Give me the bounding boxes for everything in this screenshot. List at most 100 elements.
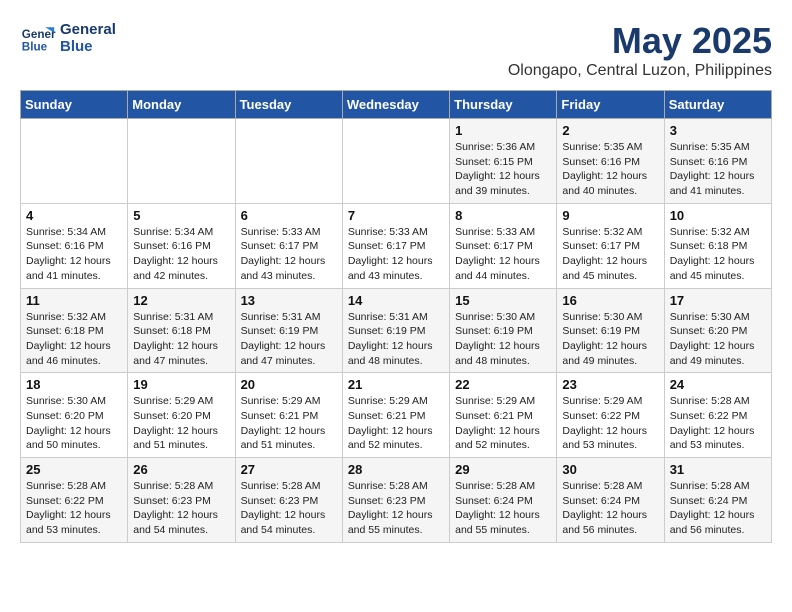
day-cell: 21Sunrise: 5:29 AMSunset: 6:21 PMDayligh… <box>342 373 449 458</box>
week-row-3: 11 Sunrise: 5:32 AMSunset: 6:18 PMDayligh… <box>21 288 772 373</box>
day-cell: 18 Sunrise: 5:30 AMSunset: 6:20 PMDayligh… <box>21 373 128 458</box>
week-row-5: 25 Sunrise: 5:28 AMSunset: 6:22 PMDayligh… <box>21 458 772 543</box>
day-info: Sunrise: 5:30 AMSunset: 6:19 PMDaylight:… <box>562 310 658 369</box>
day-cell <box>128 119 235 204</box>
day-number: 16 <box>562 293 658 308</box>
day-info: Sunrise: 5:28 AMSunset: 6:22 PMDaylight:… <box>26 479 122 538</box>
day-cell: 17 Sunrise: 5:30 AMSunset: 6:20 PMDayligh… <box>664 288 771 373</box>
week-row-4: 18 Sunrise: 5:30 AMSunset: 6:20 PMDayligh… <box>21 373 772 458</box>
day-info: Sunrise: 5:28 AMSunset: 6:23 PMDaylight:… <box>133 479 229 538</box>
day-info: Sunrise: 5:28 AMSunset: 6:24 PMDaylight:… <box>670 479 766 538</box>
day-number: 5 <box>133 208 229 223</box>
col-header-thursday: Thursday <box>450 91 557 119</box>
week-row-2: 4Sunrise: 5:34 AMSunset: 6:16 PMDaylight… <box>21 203 772 288</box>
day-cell: 15Sunrise: 5:30 AMSunset: 6:19 PMDayligh… <box>450 288 557 373</box>
day-info: Sunrise: 5:33 AMSunset: 6:17 PMDaylight:… <box>348 225 444 284</box>
day-number: 3 <box>670 123 766 138</box>
main-title: May 2025 <box>508 20 772 62</box>
day-number: 15 <box>455 293 551 308</box>
day-cell: 1 Sunrise: 5:36 AMSunset: 6:15 PMDaylight… <box>450 119 557 204</box>
col-header-saturday: Saturday <box>664 91 771 119</box>
day-info: Sunrise: 5:32 AMSunset: 6:18 PMDaylight:… <box>26 310 122 369</box>
title-block: May 2025 Olongapo, Central Luzon, Philip… <box>508 20 772 80</box>
day-cell: 8Sunrise: 5:33 AMSunset: 6:17 PMDaylight… <box>450 203 557 288</box>
header-row: SundayMondayTuesdayWednesdayThursdayFrid… <box>21 91 772 119</box>
day-number: 28 <box>348 462 444 477</box>
col-header-friday: Friday <box>557 91 664 119</box>
day-number: 27 <box>241 462 337 477</box>
day-number: 22 <box>455 377 551 392</box>
day-cell: 2 Sunrise: 5:35 AMSunset: 6:16 PMDaylight… <box>557 119 664 204</box>
day-cell: 9Sunrise: 5:32 AMSunset: 6:17 PMDaylight… <box>557 203 664 288</box>
day-cell: 13 Sunrise: 5:31 AMSunset: 6:19 PMDayligh… <box>235 288 342 373</box>
day-info: Sunrise: 5:36 AMSunset: 6:15 PMDaylight:… <box>455 140 551 199</box>
day-number: 24 <box>670 377 766 392</box>
day-cell: 20 Sunrise: 5:29 AMSunset: 6:21 PMDayligh… <box>235 373 342 458</box>
day-cell <box>342 119 449 204</box>
calendar-table: SundayMondayTuesdayWednesdayThursdayFrid… <box>20 90 772 543</box>
day-cell: 22Sunrise: 5:29 AMSunset: 6:21 PMDayligh… <box>450 373 557 458</box>
day-number: 1 <box>455 123 551 138</box>
page-header: General Blue General Blue May 2025 Olong… <box>20 20 772 80</box>
day-number: 29 <box>455 462 551 477</box>
day-info: Sunrise: 5:29 AMSunset: 6:21 PMDaylight:… <box>241 394 337 453</box>
day-info: Sunrise: 5:28 AMSunset: 6:24 PMDaylight:… <box>562 479 658 538</box>
day-number: 11 <box>26 293 122 308</box>
day-cell: 31Sunrise: 5:28 AMSunset: 6:24 PMDayligh… <box>664 458 771 543</box>
subtitle: Olongapo, Central Luzon, Philippines <box>508 62 772 80</box>
day-cell: 16 Sunrise: 5:30 AMSunset: 6:19 PMDayligh… <box>557 288 664 373</box>
logo-icon: General Blue <box>20 20 56 56</box>
day-info: Sunrise: 5:35 AMSunset: 6:16 PMDaylight:… <box>562 140 658 199</box>
day-cell: 27Sunrise: 5:28 AMSunset: 6:23 PMDayligh… <box>235 458 342 543</box>
day-info: Sunrise: 5:28 AMSunset: 6:23 PMDaylight:… <box>348 479 444 538</box>
day-cell: 23 Sunrise: 5:29 AMSunset: 6:22 PMDayligh… <box>557 373 664 458</box>
day-cell: 4Sunrise: 5:34 AMSunset: 6:16 PMDaylight… <box>21 203 128 288</box>
day-info: Sunrise: 5:31 AMSunset: 6:18 PMDaylight:… <box>133 310 229 369</box>
day-info: Sunrise: 5:30 AMSunset: 6:20 PMDaylight:… <box>26 394 122 453</box>
logo-line2: Blue <box>60 38 116 55</box>
day-cell: 3 Sunrise: 5:35 AMSunset: 6:16 PMDaylight… <box>664 119 771 204</box>
day-cell: 5Sunrise: 5:34 AMSunset: 6:16 PMDaylight… <box>128 203 235 288</box>
day-cell: 28 Sunrise: 5:28 AMSunset: 6:23 PMDayligh… <box>342 458 449 543</box>
day-number: 7 <box>348 208 444 223</box>
col-header-monday: Monday <box>128 91 235 119</box>
day-number: 13 <box>241 293 337 308</box>
day-cell <box>21 119 128 204</box>
day-info: Sunrise: 5:33 AMSunset: 6:17 PMDaylight:… <box>241 225 337 284</box>
day-cell: 11 Sunrise: 5:32 AMSunset: 6:18 PMDayligh… <box>21 288 128 373</box>
day-number: 21 <box>348 377 444 392</box>
col-header-tuesday: Tuesday <box>235 91 342 119</box>
day-info: Sunrise: 5:28 AMSunset: 6:22 PMDaylight:… <box>670 394 766 453</box>
day-cell: 10Sunrise: 5:32 AMSunset: 6:18 PMDayligh… <box>664 203 771 288</box>
day-number: 25 <box>26 462 122 477</box>
day-number: 23 <box>562 377 658 392</box>
day-cell <box>235 119 342 204</box>
day-cell: 30 Sunrise: 5:28 AMSunset: 6:24 PMDayligh… <box>557 458 664 543</box>
logo: General Blue General Blue <box>20 20 116 56</box>
day-number: 17 <box>670 293 766 308</box>
week-row-1: 1 Sunrise: 5:36 AMSunset: 6:15 PMDaylight… <box>21 119 772 204</box>
day-cell: 26Sunrise: 5:28 AMSunset: 6:23 PMDayligh… <box>128 458 235 543</box>
day-info: Sunrise: 5:31 AMSunset: 6:19 PMDaylight:… <box>241 310 337 369</box>
col-header-wednesday: Wednesday <box>342 91 449 119</box>
day-info: Sunrise: 5:35 AMSunset: 6:16 PMDaylight:… <box>670 140 766 199</box>
day-cell: 7 Sunrise: 5:33 AMSunset: 6:17 PMDaylight… <box>342 203 449 288</box>
day-info: Sunrise: 5:29 AMSunset: 6:22 PMDaylight:… <box>562 394 658 453</box>
day-number: 30 <box>562 462 658 477</box>
day-cell: 12 Sunrise: 5:31 AMSunset: 6:18 PMDayligh… <box>128 288 235 373</box>
day-number: 2 <box>562 123 658 138</box>
day-number: 6 <box>241 208 337 223</box>
logo-line1: General <box>60 21 116 38</box>
day-number: 10 <box>670 208 766 223</box>
day-cell: 29Sunrise: 5:28 AMSunset: 6:24 PMDayligh… <box>450 458 557 543</box>
day-info: Sunrise: 5:32 AMSunset: 6:17 PMDaylight:… <box>562 225 658 284</box>
day-cell: 19Sunrise: 5:29 AMSunset: 6:20 PMDayligh… <box>128 373 235 458</box>
day-cell: 14Sunrise: 5:31 AMSunset: 6:19 PMDayligh… <box>342 288 449 373</box>
day-number: 20 <box>241 377 337 392</box>
day-info: Sunrise: 5:30 AMSunset: 6:20 PMDaylight:… <box>670 310 766 369</box>
day-number: 18 <box>26 377 122 392</box>
day-cell: 24 Sunrise: 5:28 AMSunset: 6:22 PMDayligh… <box>664 373 771 458</box>
day-cell: 6 Sunrise: 5:33 AMSunset: 6:17 PMDaylight… <box>235 203 342 288</box>
day-info: Sunrise: 5:33 AMSunset: 6:17 PMDaylight:… <box>455 225 551 284</box>
day-number: 12 <box>133 293 229 308</box>
